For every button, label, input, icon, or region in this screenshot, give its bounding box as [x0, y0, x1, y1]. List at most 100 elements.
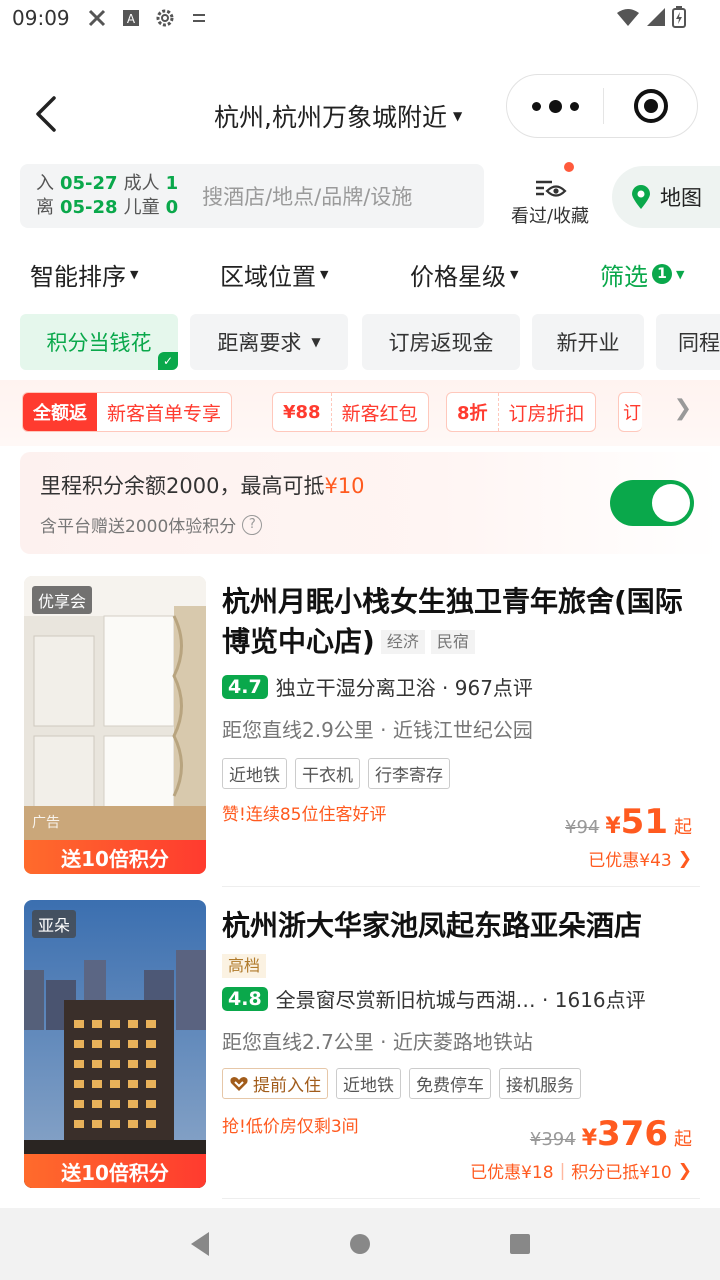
system-nav-bar [0, 1208, 720, 1280]
points-card: 里程积分余额2000，最高可抵¥10 含平台赠送2000体验积分 ? [20, 452, 720, 554]
points-banner: 送10倍积分 [24, 840, 206, 874]
current-price: ¥51 [605, 802, 668, 842]
chip-distance[interactable]: 距离要求 ▼ [190, 314, 348, 370]
back-button[interactable] [26, 92, 66, 136]
points-title: 里程积分余额2000，最高可抵¥10 [40, 474, 365, 498]
back-triangle-icon [191, 1232, 209, 1256]
search-input[interactable]: 搜酒店/地点/品牌/设施 [198, 181, 412, 211]
thumb-tag: 亚朵 [32, 910, 77, 938]
cell-signal-icon [646, 7, 666, 32]
hotel-thumbnail[interactable]: 优享会 广告 送10倍积分 [24, 576, 206, 874]
close-mini-program-button[interactable] [604, 75, 697, 137]
facility-tags: 提前入住 近地铁 免费停车 接机服务 [222, 1068, 581, 1099]
history-favorites-button[interactable]: 看过/收藏 [504, 162, 596, 228]
price-block: ¥394 ¥376 起 [529, 1114, 692, 1154]
chip-tongcheng[interactable]: 同程 [656, 314, 720, 370]
header: 杭州,杭州万象城附近 ▼ [0, 72, 720, 158]
wifi-icon [616, 7, 640, 32]
chip-cashback[interactable]: 订房返现金 [362, 314, 520, 370]
promo-row: 全额返 新客首单专享 ¥88 新客红包 8折 订房折扣 订 ❯ [0, 380, 720, 446]
current-price: ¥376 [581, 1114, 668, 1154]
tab-smart-sort[interactable]: 智能排序 ▼ [30, 257, 138, 292]
tab-price-star[interactable]: 价格星级 ▼ [410, 257, 518, 292]
recents-square-icon [510, 1234, 530, 1254]
review-summary: 独立干湿分离卫浴 · 967点评 [275, 676, 533, 700]
promo-partial[interactable]: 订 [618, 392, 642, 432]
chevron-right-icon: ❯ [677, 1160, 692, 1181]
hotel-thumbnail[interactable]: 亚朵 送10倍积分 [24, 900, 206, 1188]
promo-new-user-coupon[interactable]: ¥88 新客红包 [272, 392, 429, 432]
checkout-date: 05-28 [60, 197, 118, 218]
hotel-tag: 高档 [222, 954, 267, 978]
facility-tag: 提前入住 [222, 1068, 328, 1099]
heart-badge-icon [230, 1076, 248, 1091]
promo-discount[interactable]: 8折 订房折扣 [446, 392, 596, 432]
notification-dot [564, 162, 574, 172]
original-price: ¥94 [565, 817, 600, 838]
a-icon: A [120, 7, 142, 29]
caret-down-icon: ▼ [320, 267, 329, 281]
facility-tag: 干衣机 [295, 758, 360, 789]
history-label: 看过/收藏 [510, 206, 590, 227]
svg-text:A: A [127, 12, 136, 26]
mini-program-capsule [506, 74, 698, 138]
facility-tag: 行李寄存 [368, 758, 450, 789]
more-button[interactable] [507, 75, 603, 137]
question-icon[interactable]: ? [242, 514, 263, 535]
distance-text: 距您直线2.7公里 · 近庆菱路地铁站 [222, 1030, 533, 1054]
caret-down-icon: ▼ [130, 267, 139, 281]
hotel-name: 杭州月眠小栈女生独卫青年旅舍(国际博览中心店) 经济 民宿 [222, 585, 683, 658]
chevron-right-icon: ❯ [677, 848, 692, 869]
caret-down-icon: ▼ [452, 109, 463, 123]
score-badge: 4.7 [222, 674, 268, 699]
rating-row: 4.7 独立干湿分离卫浴 · 967点评 [222, 672, 533, 701]
caret-down-icon: ▼ [676, 267, 685, 281]
tab-area-location[interactable]: 区域位置 ▼ [220, 257, 328, 292]
caret-down-icon: ▼ [510, 267, 519, 281]
chip-points-as-cash[interactable]: 积分当钱花 ✓ [20, 314, 178, 370]
child-count: 0 [165, 197, 179, 218]
distance-text: 距您直线2.9公里 · 近钱江世纪公园 [222, 718, 533, 742]
status-time: 09:09 [12, 6, 70, 30]
search-box[interactable]: 入 05-27 成人 1 离 05-28 儿童 0 搜酒店/地点/品牌/设施 [20, 164, 484, 228]
chevron-right-icon[interactable]: ❯ [674, 396, 692, 421]
more-icon [531, 101, 541, 111]
hotel-tag: 民宿 [430, 630, 475, 654]
filter-count-badge: 1 [652, 264, 672, 284]
map-button[interactable]: 地图 [612, 166, 720, 228]
nav-back-button[interactable] [175, 1219, 225, 1269]
promo-full-refund[interactable]: 全额返 新客首单专享 [22, 392, 233, 432]
adult-count: 1 [165, 173, 179, 194]
highlight-text: 赞!连续85位住客好评 [222, 805, 387, 825]
discount-info[interactable]: 已优惠¥18 | 积分已抵¥10 ❯ [470, 1158, 692, 1184]
points-toggle[interactable] [610, 480, 694, 526]
location-pin-icon [632, 185, 650, 209]
check-icon: ✓ [158, 352, 178, 370]
original-price: ¥394 [529, 1129, 576, 1150]
tune-icon [188, 7, 210, 29]
date-guest-selector[interactable]: 入 05-27 成人 1 离 05-28 儿童 0 [36, 172, 178, 220]
eye-list-icon [536, 180, 567, 197]
facility-tag: 免费停车 [409, 1068, 491, 1099]
facility-tag: 近地铁 [222, 758, 287, 789]
tab-filter[interactable]: 筛选 1 ▼ [600, 257, 684, 292]
caret-down-icon: ▼ [311, 335, 321, 349]
target-icon [633, 89, 668, 123]
home-circle-icon [350, 1234, 370, 1254]
hotel-photo [24, 900, 206, 1188]
location-text: 杭州,杭州万象城附近 [214, 103, 447, 132]
chip-new-opening[interactable]: 新开业 [532, 314, 644, 370]
location-selector[interactable]: 杭州,杭州万象城附近 ▼ [214, 98, 462, 134]
rating-row: 4.8 全景窗尽赏新旧杭城与西湖… · 1616点评 [222, 984, 646, 1013]
discount-info[interactable]: 已优惠¥43 ❯ [588, 846, 692, 872]
signal-tool-icon [86, 7, 108, 29]
points-subtitle: 含平台赠送2000体验积分 ? [40, 512, 263, 537]
checkin-date: 05-27 [60, 173, 118, 194]
thumb-tag: 优享会 [32, 586, 93, 614]
nav-recents-button[interactable] [495, 1219, 545, 1269]
sort-filter-bar: 智能排序 ▼ 区域位置 ▼ 价格星级 ▼ 筛选 1 ▼ [0, 246, 720, 302]
nav-home-button[interactable] [335, 1219, 385, 1269]
battery-charging-icon [672, 6, 686, 33]
points-banner: 送10倍积分 [24, 1154, 206, 1188]
quick-filter-chips: 积分当钱花 ✓ 距离要求 ▼ 订房返现金 新开业 同程 [0, 314, 720, 372]
